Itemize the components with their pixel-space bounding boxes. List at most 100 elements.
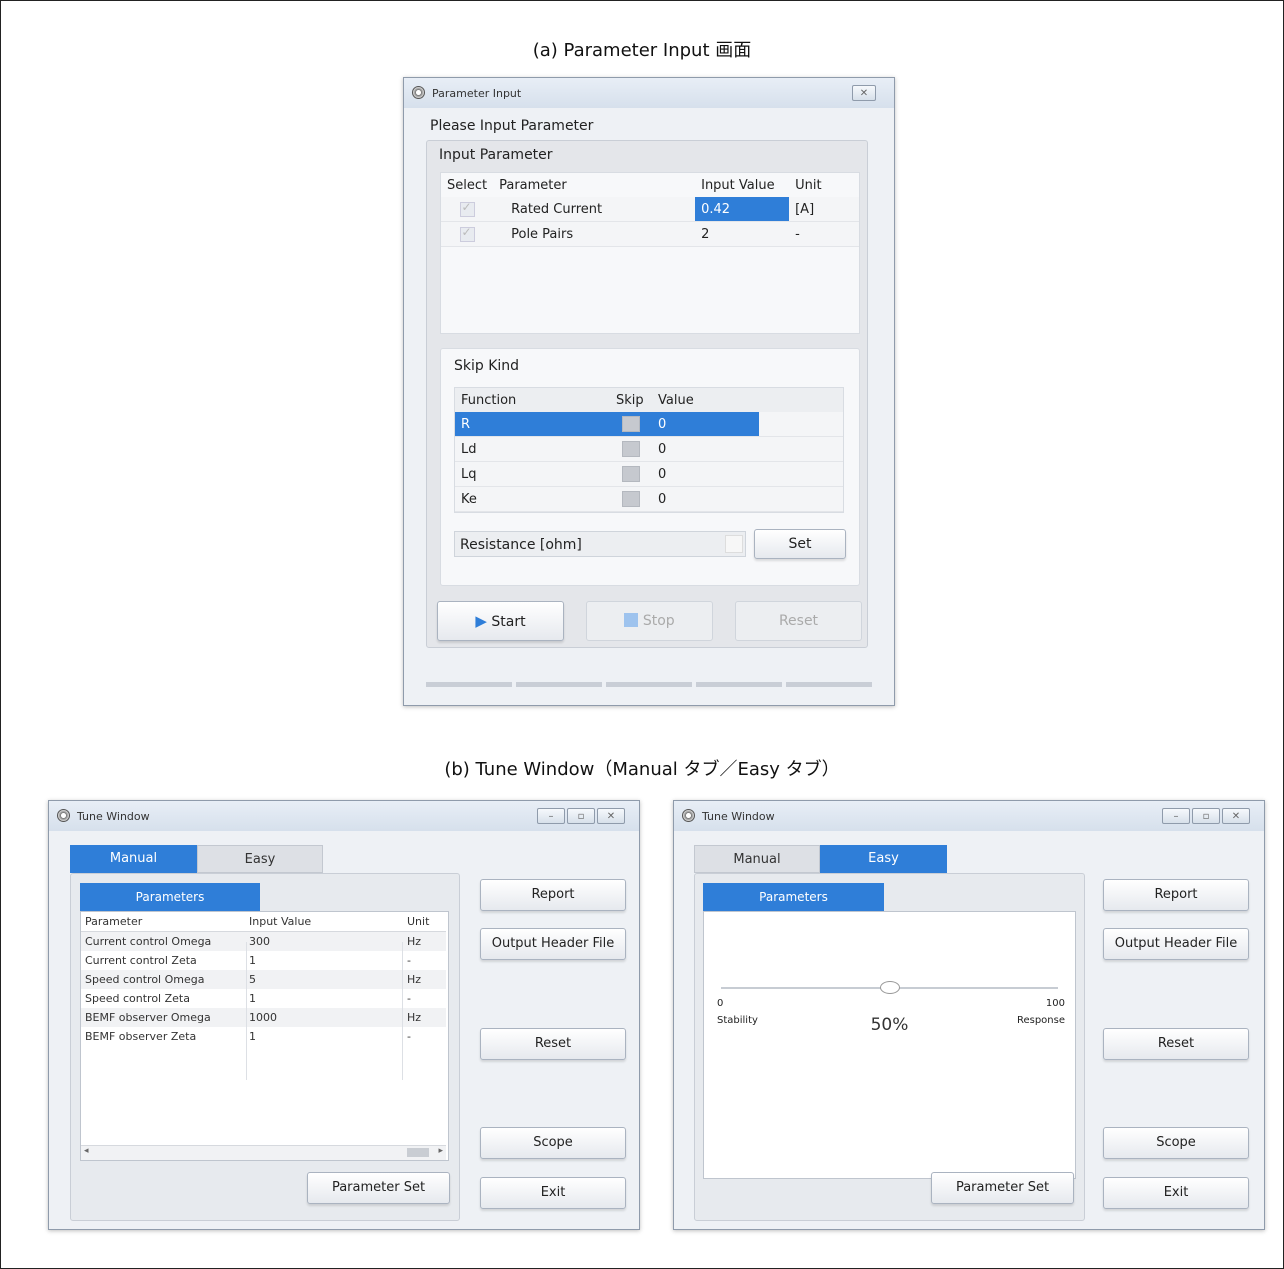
col-parameter: Parameter: [499, 177, 567, 193]
table-row[interactable]: Speed control Zeta 1-: [81, 989, 446, 1008]
slider-thumb[interactable]: [879, 981, 900, 994]
scroll-thumb[interactable]: [407, 1148, 429, 1157]
reset-button[interactable]: Reset: [735, 601, 862, 641]
parameter-cell: Rated Current: [493, 197, 696, 222]
value-cell[interactable]: 1000: [245, 1008, 403, 1027]
value-cell[interactable]: 1: [245, 989, 403, 1008]
tune-window-easy: Tune Window – ▫ ✕ Manual Easy Parameters…: [673, 800, 1265, 1230]
table-row[interactable]: Lq 0: [455, 461, 843, 487]
table-row[interactable]: Ke 0: [455, 486, 843, 512]
report-button[interactable]: Report: [480, 879, 626, 911]
parameter-input-window: Parameter Input ✕ Please Input Parameter…: [403, 77, 895, 706]
unit-cell: Hz: [403, 1008, 446, 1027]
maximize-icon[interactable]: ▫: [1192, 808, 1220, 824]
value-cell[interactable]: 0: [652, 486, 759, 512]
minimize-icon[interactable]: –: [1162, 808, 1190, 824]
status-progress-bar: [426, 682, 872, 687]
table-row[interactable]: Pole Pairs 2 -: [441, 221, 859, 247]
minimize-icon[interactable]: –: [537, 808, 565, 824]
select-checkbox[interactable]: [459, 225, 475, 242]
col-input-value: Input Value: [245, 912, 403, 932]
table-header: Function Skip Value: [455, 388, 843, 412]
resistance-label: Resistance [ohm]: [460, 537, 582, 553]
skip-checkbox[interactable]: [622, 441, 640, 457]
resistance-field[interactable]: Resistance [ohm]: [454, 531, 746, 557]
skip-checkbox[interactable]: [622, 491, 640, 507]
skip-checkbox[interactable]: [622, 466, 640, 482]
table-row[interactable]: Current control Omega 300 Hz: [81, 931, 446, 951]
unit-cell: -: [407, 1030, 411, 1043]
value-cell[interactable]: 1: [245, 951, 403, 970]
scroll-right-icon[interactable]: ▸: [438, 1146, 443, 1156]
parameter-grid: Parameter Input Value Unit Current contr…: [80, 911, 449, 1161]
function-cell: Ld: [455, 436, 610, 462]
table-row[interactable]: Ld 0: [455, 436, 843, 462]
app-icon: [682, 809, 695, 822]
scroll-left-icon[interactable]: ◂: [84, 1146, 89, 1156]
parameter-cell: Speed control Omega: [81, 970, 245, 989]
output-header-file-button[interactable]: Output Header File: [480, 928, 626, 960]
reset-button[interactable]: Reset: [1103, 1028, 1249, 1060]
report-button[interactable]: Report: [1103, 879, 1249, 911]
scope-button[interactable]: Scope: [480, 1127, 626, 1159]
parameter-cell: BEMF observer Zeta: [85, 1030, 197, 1043]
table-row[interactable]: BEMF observer Omega 1000 Hz: [81, 1008, 446, 1027]
function-cell: Lq: [455, 461, 610, 487]
parameter-set-button[interactable]: Parameter Set: [307, 1172, 450, 1204]
tab-manual[interactable]: Manual: [70, 845, 197, 873]
start-label: Start: [491, 614, 526, 630]
horizontal-scrollbar[interactable]: ◂ ▸: [81, 1145, 446, 1160]
subtab-parameters[interactable]: Parameters: [703, 883, 884, 911]
scope-button[interactable]: Scope: [1103, 1127, 1249, 1159]
set-button[interactable]: Set: [754, 529, 846, 559]
caption-b: (b) Tune Window（Manual タブ／Easy タブ）: [444, 759, 840, 780]
exit-button[interactable]: Exit: [480, 1177, 626, 1209]
value-cell[interactable]: 1: [245, 1027, 403, 1046]
slider-track[interactable]: [721, 981, 1058, 994]
exit-button[interactable]: Exit: [1103, 1177, 1249, 1209]
tab-manual[interactable]: Manual: [694, 845, 820, 873]
start-button[interactable]: ▶ Start: [437, 601, 564, 641]
select-checkbox[interactable]: [459, 200, 475, 217]
easy-tuning-panel: 0 100 Stability Response 50%: [703, 911, 1076, 1179]
parameter-cell: Speed control Zeta: [85, 992, 190, 1005]
tab-easy[interactable]: Easy: [820, 845, 947, 873]
col-input-value: Input Value: [701, 177, 775, 193]
skip-checkbox[interactable]: [622, 416, 640, 432]
stop-button[interactable]: Stop: [586, 601, 713, 641]
close-icon[interactable]: ✕: [597, 808, 625, 824]
col-function: Function: [461, 392, 517, 408]
parameter-set-button[interactable]: Parameter Set: [931, 1172, 1074, 1204]
value-cell[interactable]: 0: [652, 461, 759, 487]
table-row[interactable]: Rated Current 0.42 [A]: [441, 197, 859, 222]
grid-header: Parameter Input Value Unit: [81, 912, 446, 932]
col-unit: Unit: [795, 177, 822, 193]
skip-kind-grid: Function Skip Value R 0 Ld 0 Lq 0 Ke 0: [454, 387, 844, 513]
close-icon[interactable]: ✕: [852, 85, 876, 101]
table-row[interactable]: Speed control Omega 5 Hz: [81, 970, 446, 989]
slider-percent: 50%: [870, 1015, 909, 1035]
input-value-cell[interactable]: 2: [695, 221, 790, 247]
unit-cell: -: [407, 954, 411, 967]
close-icon[interactable]: ✕: [1222, 808, 1250, 824]
function-cell: R: [455, 412, 610, 437]
slider-min-label: 0: [717, 998, 724, 1009]
reset-button[interactable]: Reset: [480, 1028, 626, 1060]
table-row[interactable]: Current control Zeta 1-: [81, 951, 446, 970]
value-cell[interactable]: 0: [652, 412, 759, 437]
subtab-parameters[interactable]: Parameters: [80, 883, 260, 911]
tab-easy[interactable]: Easy: [197, 845, 323, 873]
prompt-text: Please Input Parameter: [430, 118, 594, 134]
value-cell[interactable]: 0: [652, 436, 759, 462]
table-row[interactable]: R 0: [455, 412, 843, 437]
app-icon: [412, 86, 425, 99]
window-title: Tune Window: [702, 810, 775, 823]
output-header-file-button[interactable]: Output Header File: [1103, 928, 1249, 960]
table-header: Select Parameter Input Value Unit: [441, 173, 859, 197]
maximize-icon[interactable]: ▫: [567, 808, 595, 824]
skip-kind-heading: Skip Kind: [454, 358, 520, 374]
table-row[interactable]: BEMF observer Zeta 1-: [81, 1027, 446, 1046]
value-cell[interactable]: 300: [245, 931, 403, 951]
input-value-cell[interactable]: 0.42: [695, 197, 790, 222]
value-cell[interactable]: 5: [245, 970, 403, 989]
